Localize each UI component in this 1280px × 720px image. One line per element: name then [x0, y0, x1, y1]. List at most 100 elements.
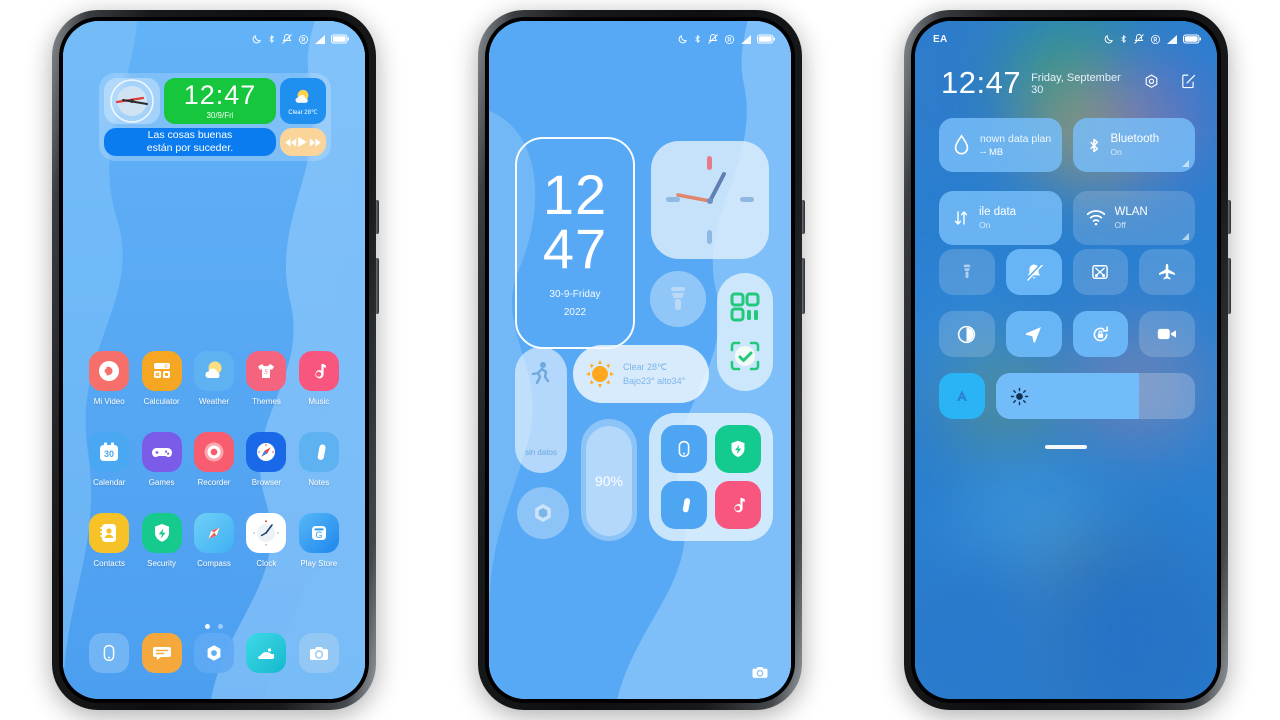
volume-button[interactable] — [376, 258, 379, 314]
dock-item-camera[interactable] — [293, 633, 345, 673]
mute-vibrate-icon — [708, 34, 718, 44]
music-widget[interactable] — [280, 128, 326, 156]
big-clock-widget[interactable]: 12 47 30-9-Friday 2022 — [515, 137, 635, 349]
cc-tile-data-plan[interactable]: nown data plan -- MB — [939, 118, 1062, 172]
cc-tile-title: WLAN — [1114, 206, 1148, 218]
weather-widget[interactable]: Clear 28℃ — [280, 78, 326, 124]
settings-shortcut-widget[interactable] — [517, 487, 569, 539]
mute-vibrate-icon — [1134, 34, 1144, 44]
weather-widget-2[interactable]: Clear 28℃ Bajo23° alto34° — [573, 345, 709, 403]
cc-drag-handle[interactable] — [1045, 445, 1087, 449]
compass-icon — [193, 513, 234, 553]
app-games[interactable]: Games — [135, 432, 187, 487]
phone-right-bezel: EA 12:47 Friday, September 30 nown data … — [911, 17, 1221, 703]
app-security[interactable]: Security — [135, 513, 187, 568]
cc-date: Friday, September 30 — [1031, 72, 1121, 96]
dock-item-messages[interactable] — [135, 633, 187, 673]
app-calculator[interactable]: 0 Calculator — [135, 351, 187, 406]
page-dot[interactable] — [218, 624, 223, 629]
steps-widget[interactable]: sin datos — [515, 347, 567, 473]
cc-tile-bluetooth[interactable]: Bluetooth On — [1072, 118, 1195, 172]
battery-icon — [331, 34, 349, 44]
app-weather[interactable]: Weather — [188, 351, 240, 406]
cc-toggle-aod[interactable] — [939, 373, 985, 419]
cc-tile-wlan[interactable]: WLAN Off — [1072, 191, 1195, 245]
ringer-off-icon — [298, 34, 309, 44]
scan-check-icon — [730, 341, 760, 371]
mi-video-icon — [89, 351, 130, 391]
folder-item-security[interactable] — [715, 425, 761, 473]
app-recorder[interactable]: Recorder — [188, 432, 240, 487]
settings-gear-icon — [535, 504, 551, 522]
page-indicator[interactable] — [63, 624, 365, 629]
app-mi-video[interactable]: Mi Video — [83, 351, 135, 406]
app-label: Browser — [251, 478, 282, 487]
app-clock[interactable]: Clock — [240, 513, 292, 568]
digital-clock-widget[interactable]: 12:47 30/9/Fri — [164, 78, 276, 124]
dark-mode-icon — [958, 325, 976, 343]
app-music[interactable]: Music — [293, 351, 345, 406]
cc-toggle-silent[interactable] — [1005, 249, 1062, 295]
bluetooth-icon — [1121, 35, 1126, 43]
notes-icon — [682, 498, 691, 513]
cc-settings-button[interactable] — [1143, 73, 1160, 95]
app-themes[interactable]: S Themes — [240, 351, 292, 406]
folder-item-music[interactable] — [715, 481, 761, 529]
app-folder[interactable] — [649, 413, 773, 541]
volume-button[interactable] — [802, 258, 805, 314]
dock-item-gallery[interactable] — [240, 633, 292, 673]
app-notes[interactable]: Notes — [293, 432, 345, 487]
app-compass[interactable]: Compass — [188, 513, 240, 568]
dock-item-settings[interactable] — [188, 633, 240, 673]
cc-toggle-screen-record[interactable] — [1139, 311, 1195, 357]
prev-icon[interactable] — [284, 137, 297, 148]
app-label: Clock — [256, 559, 277, 568]
power-button[interactable] — [802, 200, 805, 234]
screenshot-icon — [1092, 265, 1109, 279]
cc-toggle-location[interactable] — [1005, 311, 1062, 357]
app-label: Notes — [308, 478, 330, 487]
cc-toggle-dark-mode[interactable] — [939, 311, 995, 357]
phone2-status-bar — [489, 21, 791, 51]
cc-toggle-screenshot[interactable] — [1072, 249, 1129, 295]
flashlight-widget[interactable] — [650, 271, 706, 327]
page-dot-active[interactable] — [205, 624, 210, 629]
cc-big-tiles-row-1: nown data plan -- MB Bluetooth On — [939, 118, 1195, 172]
dock-item-phone[interactable] — [83, 633, 135, 673]
cc-tile-expand-corner[interactable] — [1182, 233, 1189, 240]
phone-dialer-icon — [89, 633, 130, 673]
app-play-store[interactable]: G Play Store — [293, 513, 345, 568]
cc-tile-expand-corner[interactable] — [1182, 160, 1189, 167]
app-calendar[interactable]: 30 Calendar — [83, 432, 135, 487]
battery-widget[interactable]: 90% — [581, 419, 637, 541]
cc-toggle-autorotate[interactable] — [1072, 311, 1129, 357]
app-browser[interactable]: Browser — [240, 432, 292, 487]
flashlight-icon — [671, 287, 685, 310]
phone3-status-icons — [1103, 33, 1201, 45]
brightness-slider[interactable] — [996, 373, 1195, 419]
phone-right-screen: EA 12:47 Friday, September 30 nown data … — [915, 21, 1217, 699]
folder-item-phone[interactable] — [661, 425, 707, 473]
cc-toggle-flashlight[interactable] — [939, 249, 995, 295]
camera-shortcut[interactable] — [749, 661, 771, 683]
next-icon[interactable] — [309, 137, 322, 148]
power-button[interactable] — [1228, 200, 1231, 234]
scanner-widget[interactable] — [717, 273, 773, 391]
gallery-icon — [246, 633, 287, 673]
play-icon[interactable] — [297, 136, 308, 148]
folder-item-notes[interactable] — [661, 481, 707, 529]
cc-toggle-airplane[interactable] — [1139, 249, 1195, 295]
quote-widget[interactable]: Las cosas buenas están por suceder. — [104, 128, 276, 156]
widget-stack-card[interactable]: 12:47 30/9/Fri Clear 28℃ Las cosas buena… — [99, 73, 331, 161]
weather-line2: Bajo23° alto34° — [623, 376, 686, 386]
security-icon — [141, 513, 182, 553]
cc-tile-mobile-data[interactable]: ile data On — [939, 191, 1062, 245]
cc-edit-button[interactable] — [1180, 73, 1197, 95]
analog-clock-widget[interactable] — [104, 78, 160, 124]
power-button[interactable] — [376, 200, 379, 234]
cc-tile-title: nown data plan — [980, 132, 1052, 145]
calendar-icon: 30 — [89, 432, 130, 472]
volume-button[interactable] — [1228, 258, 1231, 314]
analog-clock-widget-2[interactable] — [651, 141, 769, 259]
app-contacts[interactable]: Contacts — [83, 513, 135, 568]
